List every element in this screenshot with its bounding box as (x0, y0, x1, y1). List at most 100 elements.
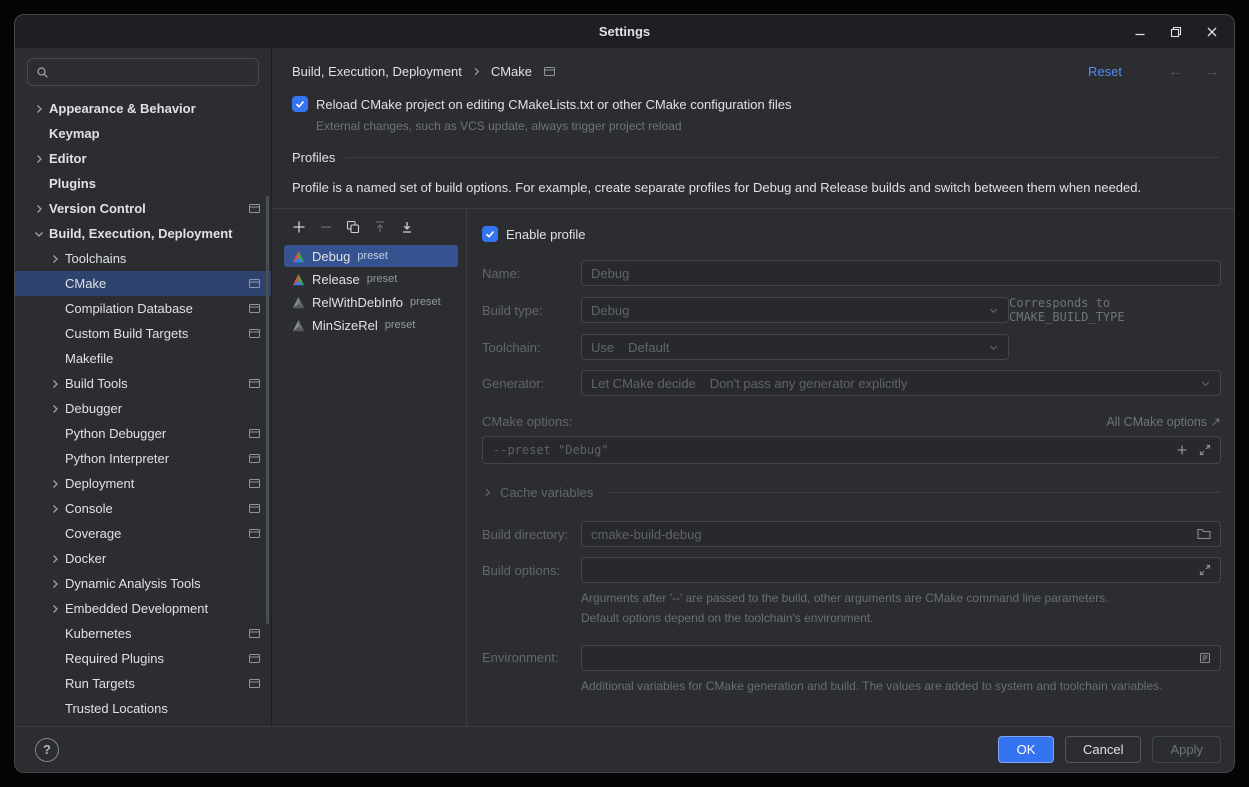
sidebar-item-debugger[interactable]: Debugger (15, 396, 271, 421)
remove-profile-icon[interactable] (319, 220, 333, 234)
copy-profile-icon[interactable] (346, 220, 360, 234)
generator-value: Don't pass any generator explicitly (710, 376, 908, 391)
chevron-right-icon[interactable] (49, 553, 65, 565)
build-directory-field[interactable]: cmake-build-debug (581, 521, 1221, 547)
sidebar-item-console[interactable]: Console (15, 496, 271, 521)
environment-field[interactable] (581, 645, 1221, 671)
cache-variables-toggle[interactable]: Cache variables (482, 485, 1221, 500)
ok-button[interactable]: OK (998, 736, 1054, 763)
project-settings-icon (248, 677, 261, 690)
chevron-right-icon[interactable] (49, 478, 65, 490)
sidebar-item-python-interpreter[interactable]: Python Interpreter (15, 446, 271, 471)
sidebar-item-version-control[interactable]: Version Control (15, 196, 271, 221)
add-option-icon[interactable] (1176, 444, 1188, 456)
expand-editor-icon[interactable] (1199, 444, 1211, 456)
chevron-right-icon[interactable] (49, 578, 65, 590)
sidebar-item-embedded-development[interactable]: Embedded Development (15, 596, 271, 621)
project-settings-icon (248, 377, 261, 390)
reload-cmake-checkbox[interactable] (292, 96, 308, 112)
sidebar-item-docker[interactable]: Docker (15, 546, 271, 571)
chevron-right-icon[interactable] (33, 203, 49, 215)
sidebar-item-coverage[interactable]: Coverage (15, 521, 271, 546)
toolchain-select[interactable]: Use Default (581, 334, 1009, 360)
sidebar-item-kubernetes[interactable]: Kubernetes (15, 621, 271, 646)
maximize-button[interactable] (1170, 26, 1182, 38)
cmake-options-input[interactable]: --preset "Debug" (482, 436, 1221, 464)
sidebar-item-build-tools[interactable]: Build Tools (15, 371, 271, 396)
sidebar-item-label: Required Plugins (65, 651, 164, 666)
minimize-button[interactable] (1134, 26, 1146, 38)
sidebar-item-keymap[interactable]: Keymap (15, 121, 271, 146)
breadcrumb-build-execution-deployment[interactable]: Build, Execution, Deployment (292, 64, 462, 79)
sidebar-item-run-targets[interactable]: Run Targets (15, 671, 271, 696)
all-cmake-options-link[interactable]: All CMake options ↗ (1106, 414, 1221, 429)
enable-profile-row: Enable profile (482, 226, 1221, 242)
environment-variables-icon[interactable] (1199, 652, 1211, 664)
expand-editor-icon[interactable] (1199, 564, 1211, 576)
enable-profile-checkbox[interactable] (482, 226, 498, 242)
sidebar-item-deployment[interactable]: Deployment (15, 471, 271, 496)
profile-preset-suffix: preset (385, 319, 416, 331)
toolchain-prefix: Use (591, 340, 614, 355)
move-up-icon[interactable] (373, 220, 387, 234)
help-button[interactable]: ? (35, 738, 59, 762)
sidebar-item-custom-build-targets[interactable]: Custom Build Targets (15, 321, 271, 346)
build-options-help-line2: Default options depend on the toolchain'… (581, 609, 1221, 629)
sidebar-item-label: Kubernetes (65, 626, 132, 641)
reload-note: External changes, such as VCS update, al… (316, 119, 1220, 133)
generator-label: Generator: (482, 376, 581, 391)
build-options-field[interactable] (581, 557, 1221, 583)
cmake-options-value: --preset "Debug" (493, 443, 609, 457)
sidebar-item-toolchains[interactable]: Toolchains (15, 246, 271, 271)
sidebar-item-label: Version Control (49, 201, 146, 216)
folder-icon[interactable] (1197, 528, 1211, 540)
sidebar-item-label: Python Debugger (65, 426, 166, 441)
reset-link[interactable]: Reset (1088, 64, 1122, 79)
chevron-right-icon[interactable] (49, 253, 65, 265)
build-type-select[interactable]: Debug (581, 297, 1009, 323)
sidebar-item-dynamic-analysis-tools[interactable]: Dynamic Analysis Tools (15, 571, 271, 596)
sidebar-item-trusted-locations[interactable]: Trusted Locations (15, 696, 271, 721)
profile-item-debug[interactable]: Debugpreset (284, 245, 458, 267)
sidebar-item-required-plugins[interactable]: Required Plugins (15, 646, 271, 671)
project-settings-icon (248, 527, 261, 540)
sidebar-item-label: CMake (65, 276, 106, 291)
build-options-help: Arguments after '--' are passed to the b… (581, 589, 1221, 629)
name-row: Name: Debug (482, 260, 1221, 286)
close-button[interactable] (1206, 26, 1218, 38)
sidebar-item-plugins[interactable]: Plugins (15, 171, 271, 196)
profile-item-relwithdebinfo[interactable]: RelWithDebInfopreset (284, 291, 458, 313)
sidebar-item-appearance-behavior[interactable]: Appearance & Behavior (15, 96, 271, 121)
back-icon[interactable]: ← (1168, 63, 1183, 80)
chevron-right-icon[interactable] (49, 503, 65, 515)
name-field[interactable]: Debug (581, 260, 1221, 286)
settings-search-input[interactable] (27, 58, 259, 86)
chevron-right-icon[interactable] (49, 378, 65, 390)
move-down-icon[interactable] (400, 220, 414, 234)
chevron-right-icon[interactable] (49, 603, 65, 615)
settings-window: Settings Appearance & BehaviorKeymapEdit… (14, 14, 1235, 773)
chevron-down-icon[interactable] (33, 228, 49, 240)
sidebar-item-makefile[interactable]: Makefile (15, 346, 271, 371)
apply-button[interactable]: Apply (1152, 736, 1221, 763)
forward-icon[interactable]: → (1205, 63, 1220, 80)
add-profile-icon[interactable] (292, 220, 306, 234)
environment-label: Environment: (482, 650, 581, 665)
sidebar-item-build-execution-deployment[interactable]: Build, Execution, Deployment (15, 221, 271, 246)
profile-item-minsizerel[interactable]: MinSizeRelpreset (284, 314, 458, 336)
sidebar-item-label: Plugins (49, 176, 96, 191)
generator-select[interactable]: Let CMake decide Don't pass any generato… (581, 370, 1221, 396)
sidebar-item-python-debugger[interactable]: Python Debugger (15, 421, 271, 446)
profile-item-release[interactable]: Releasepreset (284, 268, 458, 290)
chevron-right-icon[interactable] (49, 403, 65, 415)
profile-list-panel: DebugpresetReleasepresetRelWithDebInfopr… (272, 209, 467, 726)
chevron-right-icon[interactable] (33, 103, 49, 115)
sidebar-item-compilation-database[interactable]: Compilation Database (15, 296, 271, 321)
sidebar-scrollbar[interactable] (266, 196, 269, 624)
breadcrumb-cmake[interactable]: CMake (491, 64, 532, 79)
chevron-down-icon (988, 305, 999, 316)
cancel-button[interactable]: Cancel (1065, 736, 1141, 763)
chevron-right-icon[interactable] (33, 153, 49, 165)
sidebar-item-cmake[interactable]: CMake (15, 271, 271, 296)
sidebar-item-editor[interactable]: Editor (15, 146, 271, 171)
